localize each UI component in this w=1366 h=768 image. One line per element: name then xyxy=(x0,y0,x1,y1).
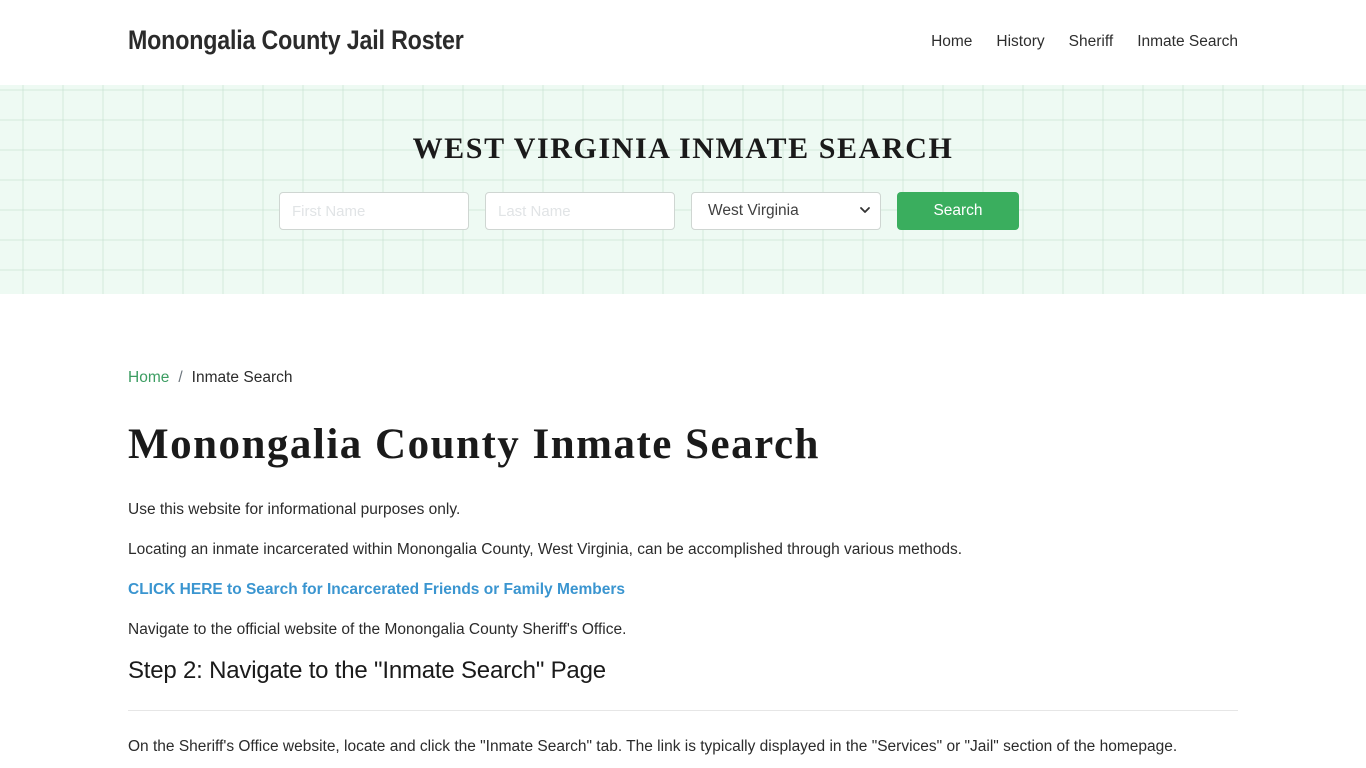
breadcrumb-separator: / xyxy=(178,369,183,386)
step2-text: On the Sheriff's Office website, locate … xyxy=(128,738,1178,755)
site-brand[interactable]: Monongalia County Jail Roster xyxy=(128,25,464,56)
nav-home[interactable]: Home xyxy=(931,33,972,51)
last-name-input[interactable] xyxy=(485,192,675,230)
search-button[interactable]: Search xyxy=(897,192,1019,230)
state-select[interactable]: West Virginia xyxy=(691,192,881,230)
step2-heading: Step 2: Navigate to the "Inmate Search" … xyxy=(128,657,606,684)
hero-search-section: WEST VIRGINIA INMATE SEARCH West Virgini… xyxy=(0,85,1366,294)
nav-history[interactable]: History xyxy=(996,33,1044,51)
disclaimer-text: Use this website for informational purpo… xyxy=(128,501,461,518)
state-select-value: West Virginia xyxy=(708,202,799,219)
breadcrumb-current: Inmate Search xyxy=(191,369,293,386)
hero-title: WEST VIRGINIA INMATE SEARCH xyxy=(412,132,954,165)
section-divider xyxy=(128,710,1238,711)
site-header: Monongalia County Jail Roster Home Histo… xyxy=(0,0,1366,85)
nav-sheriff[interactable]: Sheriff xyxy=(1069,33,1114,51)
search-cta-link[interactable]: CLICK HERE to Search for Incarcerated Fr… xyxy=(128,581,625,599)
chevron-down-icon xyxy=(860,207,870,213)
breadcrumb-home[interactable]: Home xyxy=(128,369,169,387)
step1-text: Navigate to the official website of the … xyxy=(128,621,627,638)
search-form: West Virginia Search xyxy=(279,192,1019,230)
breadcrumb: Home / Inmate Search xyxy=(128,369,292,387)
intro-text: Locating an inmate incarcerated within M… xyxy=(128,541,963,558)
page-title: Monongalia County Inmate Search xyxy=(128,421,820,468)
first-name-input[interactable] xyxy=(279,192,469,230)
nav-inmate-search[interactable]: Inmate Search xyxy=(1137,33,1238,51)
main-nav: Home History Sheriff Inmate Search xyxy=(931,33,1238,51)
